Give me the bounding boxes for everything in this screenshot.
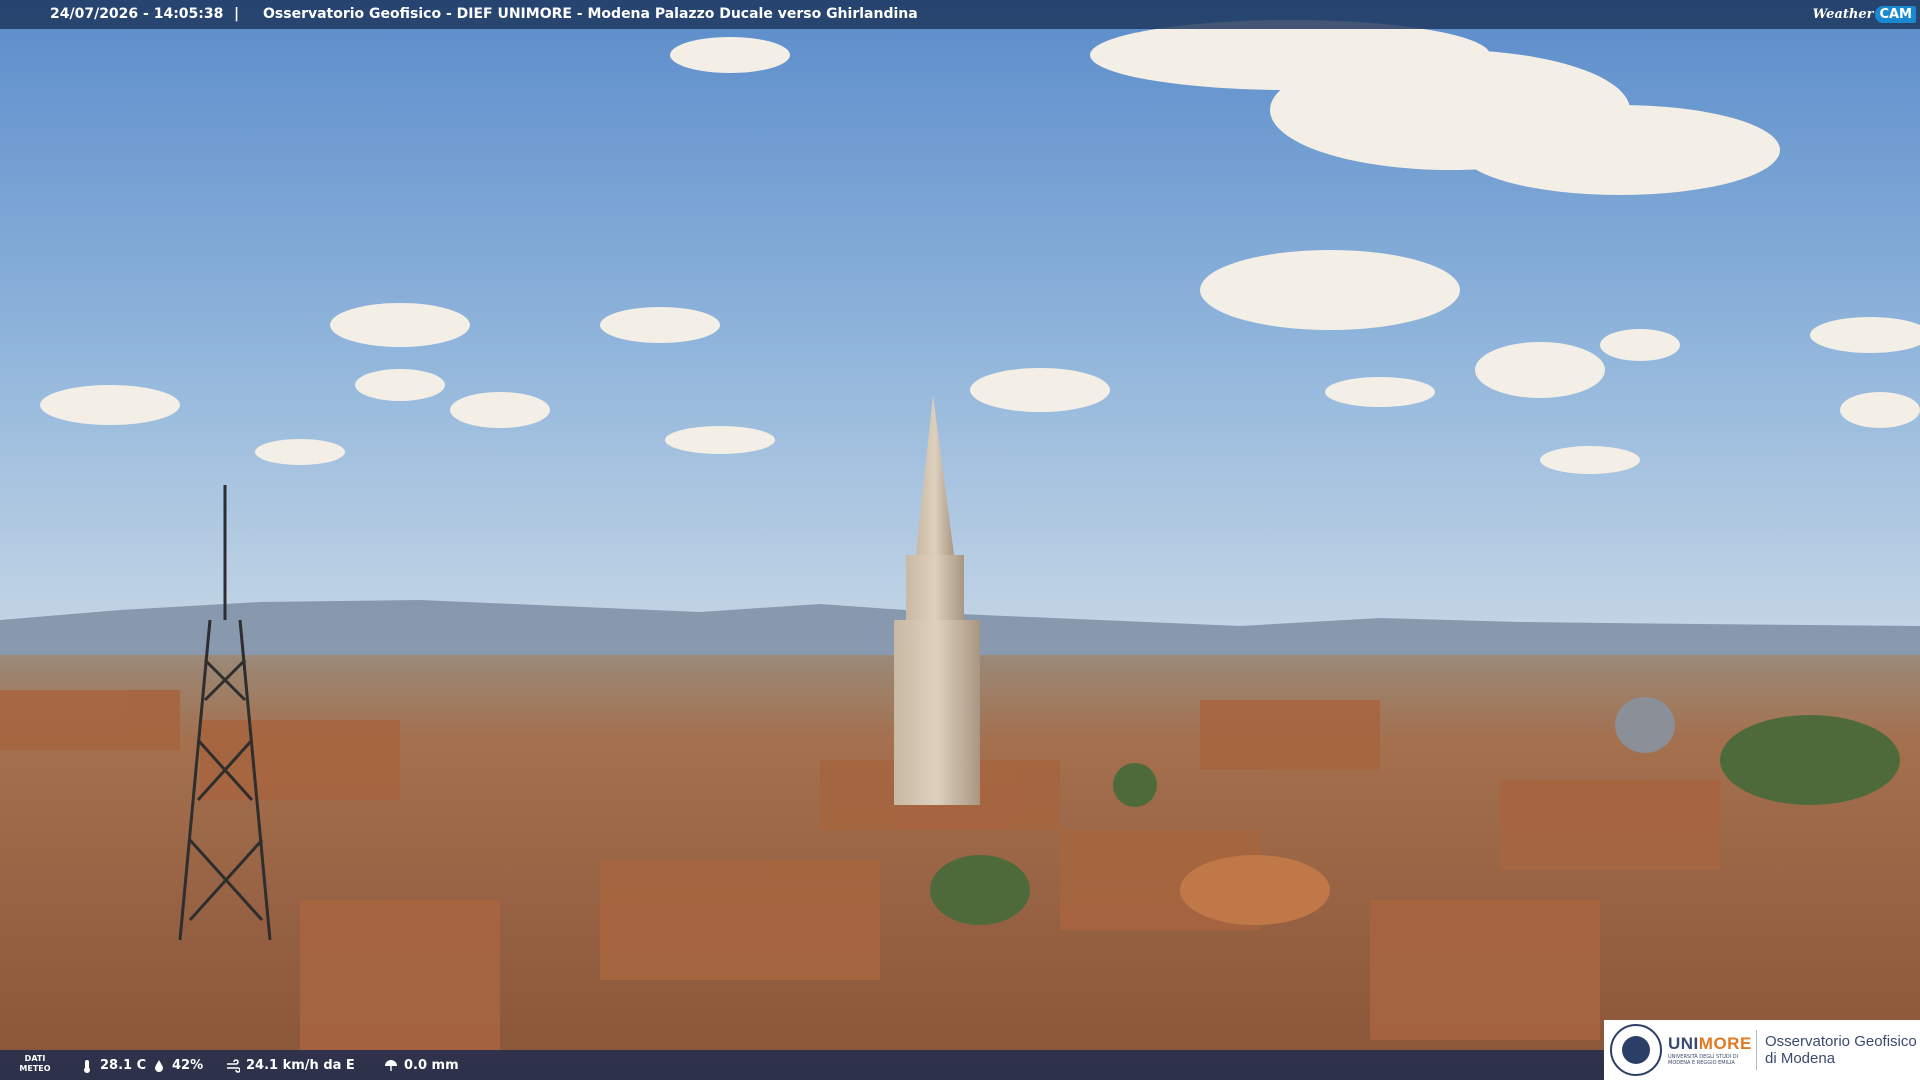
- university-seal-logo: [1610, 1024, 1662, 1076]
- humidity-icon: [152, 1059, 166, 1073]
- wind-icon: [226, 1058, 241, 1073]
- rain-reading: 0.0 mm: [384, 1058, 459, 1073]
- timestamp: 24/07/2026 - 14:05:38: [50, 6, 224, 22]
- rain-icon: [384, 1059, 398, 1073]
- thermometer-icon: [80, 1059, 94, 1073]
- weathercam-weather-text: Weather: [1812, 7, 1874, 22]
- wind-reading: 24.1 km/h da E: [226, 1058, 355, 1073]
- humidity-reading: 42%: [152, 1058, 203, 1073]
- observatory-line1: Osservatorio Geofisico: [1765, 1033, 1917, 1050]
- unimore-branding: UNIMORE UNIVERSITÀ DEGLI STUDI DI MODENA…: [1604, 1020, 1920, 1080]
- temperature-value: 28.1 C: [100, 1058, 147, 1073]
- rain-value: 0.0 mm: [404, 1058, 459, 1073]
- overlay-bar: 24/07/2026 - 14:05:38 | Osservatorio Geo…: [0, 0, 1920, 29]
- meteo-label-line2: METEO: [19, 1064, 51, 1073]
- wind-value: 24.1 km/h da E: [246, 1058, 355, 1073]
- unimore-more: MORE: [1698, 1034, 1752, 1053]
- temperature-reading: 28.1 C: [80, 1058, 146, 1073]
- weathercam-logo: Weather CAM: [1812, 0, 1920, 29]
- meteo-label-line1: DATI: [24, 1054, 46, 1063]
- branding-divider: [1756, 1030, 1757, 1070]
- unimore-uni: UNI: [1668, 1034, 1699, 1053]
- webcam-scene: [0, 0, 1920, 1080]
- unimore-subtitle2: MODENA E REGGIO EMILIA: [1668, 1060, 1735, 1066]
- meteo-bar: DATI METEO 28.1 C 42% 24.1 km/h da E 0.0…: [0, 1050, 1604, 1080]
- dome: [1615, 697, 1675, 753]
- camera-title: Osservatorio Geofisico - DIEF UNIMORE - …: [263, 6, 918, 22]
- round-building: [1180, 855, 1330, 925]
- observatory-name: Osservatorio Geofisico di Modena: [1765, 1033, 1917, 1067]
- unimore-wordmark: UNIMORE UNIVERSITÀ DEGLI STUDI DI MODENA…: [1668, 1034, 1751, 1066]
- separator: |: [234, 6, 240, 22]
- meteo-label: DATI METEO: [12, 1054, 58, 1074]
- weathercam-cam-badge: CAM: [1875, 6, 1916, 23]
- observatory-line2: di Modena: [1765, 1050, 1836, 1067]
- humidity-value: 42%: [172, 1058, 204, 1073]
